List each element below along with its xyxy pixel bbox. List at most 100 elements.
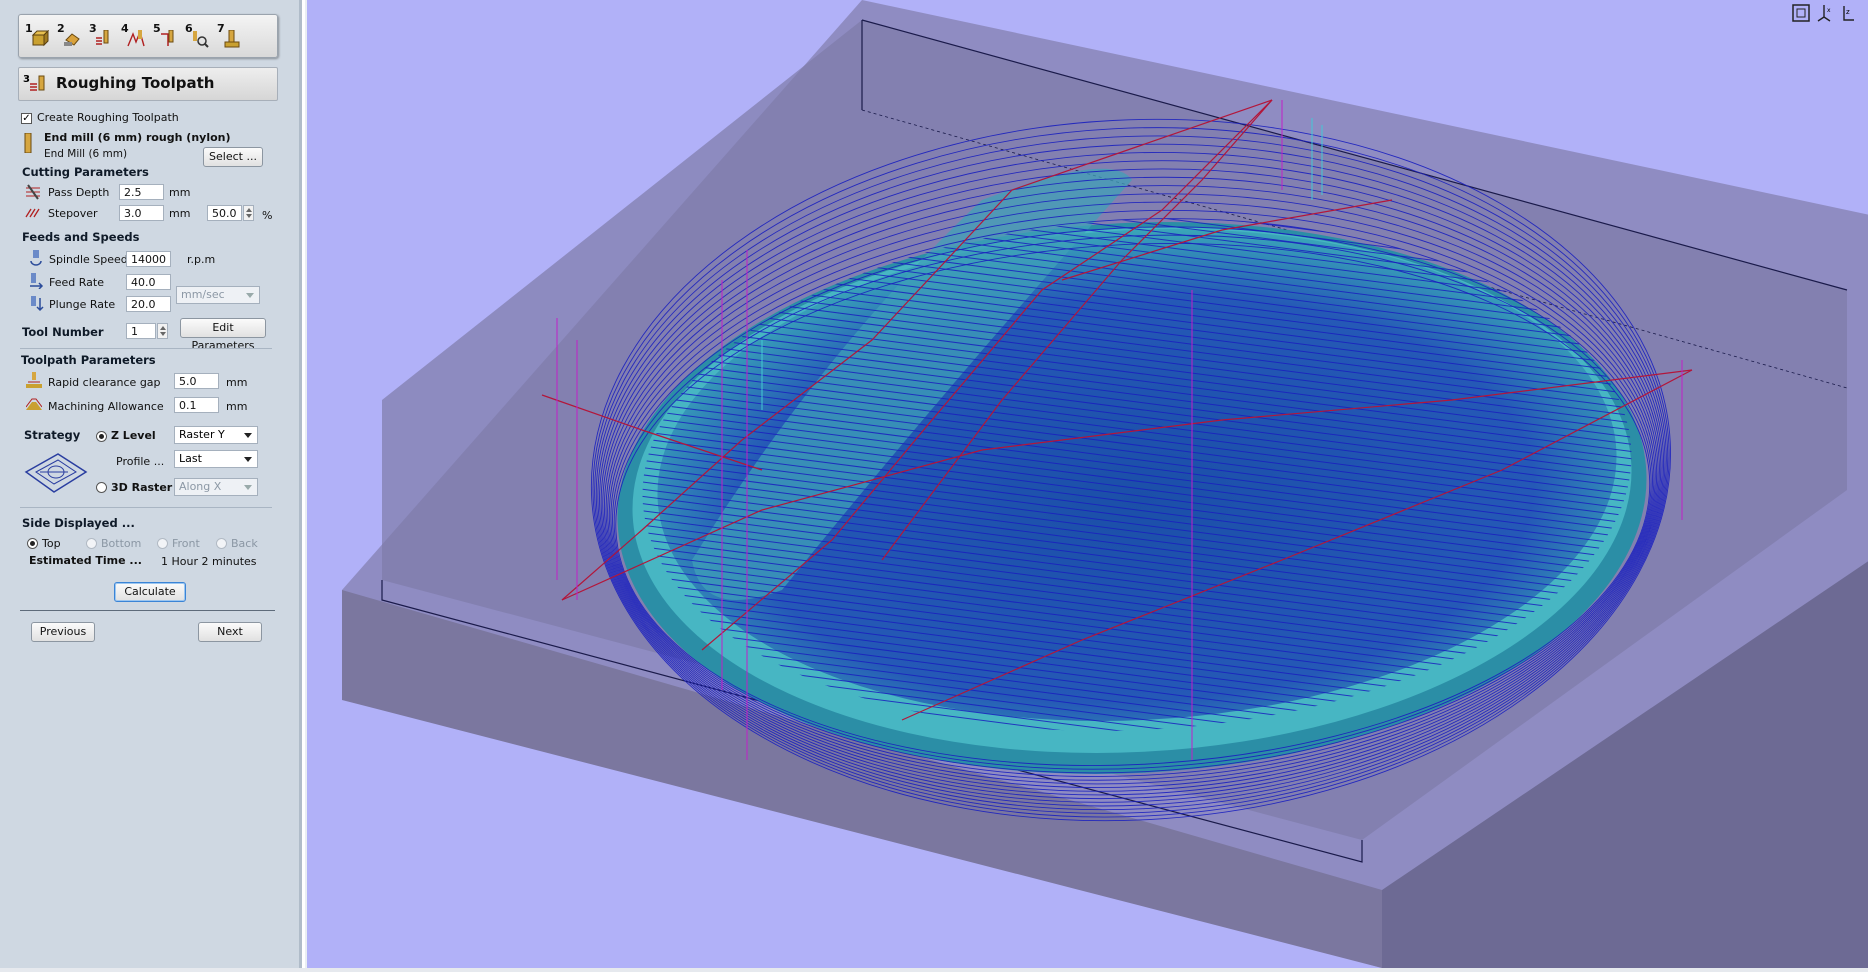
raster3d-label: 3D Raster <box>111 481 173 494</box>
estimated-time-label: Estimated Time ... <box>29 554 142 567</box>
rapid-clearance-icon <box>26 372 42 388</box>
pass-depth-icon <box>26 184 40 200</box>
strategy-label: Strategy <box>24 428 81 442</box>
previous-button[interactable]: Previous <box>31 622 95 642</box>
step-3-button[interactable]: 3 <box>89 22 115 50</box>
raster-pass-line <box>562 0 1722 24</box>
raster-pass-line <box>562 0 1722 46</box>
rapid-clearance-label: Rapid clearance gap <box>48 376 161 389</box>
rotate-z-icon[interactable]: z <box>1838 4 1856 22</box>
step-2-button[interactable]: 2 <box>57 22 83 50</box>
side-top-label: Top <box>42 537 61 550</box>
percent-sign: % <box>262 209 273 222</box>
cutting-parameters-header: Cutting Parameters <box>22 165 149 179</box>
rapid-clearance-unit: mm <box>226 376 248 389</box>
side-front-label: Front <box>172 537 200 550</box>
profile-select[interactable]: Last <box>174 450 258 468</box>
spindle-speed-label: Spindle Speed <box>49 253 128 266</box>
separator <box>20 610 275 611</box>
feeds-speeds-header: Feeds and Speeds <box>22 230 140 244</box>
raster-pass-line <box>562 0 1722 31</box>
svg-text:z: z <box>1846 8 1850 16</box>
raster3d-radio[interactable] <box>96 482 107 493</box>
stepover-label: Stepover <box>48 207 98 220</box>
spindle-speed-icon <box>30 250 42 266</box>
step-4-button[interactable]: 4 <box>121 22 147 50</box>
status-strip <box>0 968 1868 972</box>
stepover-icon <box>25 208 40 218</box>
tool-number-label: Tool Number <box>22 325 104 339</box>
calculate-button[interactable]: Calculate <box>114 582 186 602</box>
raster-pass-line <box>562 0 1722 60</box>
tool-holder-icon <box>64 33 80 46</box>
panel-title: Roughing Toolpath <box>56 74 215 92</box>
side-bottom-label: Bottom <box>101 537 142 550</box>
raster-pass-line <box>562 0 1722 17</box>
view-controls: x z <box>1792 2 1858 24</box>
strategy-preview-icon <box>24 453 88 493</box>
roughing-panel: 1 2 3 4 5 6 7 3 Roughing Toolpath ✓ Crea… <box>0 0 302 972</box>
3d-viewport[interactable]: x z <box>305 0 1868 968</box>
zoom-extents-icon[interactable] <box>1792 4 1810 22</box>
tool-number-spinner[interactable] <box>157 323 168 339</box>
plunge-rate-icon <box>31 296 44 312</box>
side-back-radio[interactable] <box>216 538 227 549</box>
tool-type: End Mill (6 mm) <box>44 148 128 160</box>
machining-allowance-icon <box>26 398 42 410</box>
plunge-rate-input[interactable]: 20.0 <box>126 296 171 312</box>
raster-pass-line <box>562 0 1722 67</box>
profile-label: Profile ... <box>116 455 165 468</box>
stepover-percent-spinner[interactable] <box>243 205 254 221</box>
feed-rate-input[interactable]: 40.0 <box>126 274 171 290</box>
pass-depth-input[interactable]: 2.5 <box>119 184 164 200</box>
machining-allowance-label: Machining Allowance <box>48 400 164 413</box>
stepover-percent-input[interactable]: 50.0 <box>207 205 242 221</box>
next-button[interactable]: Next <box>198 622 262 642</box>
step-1-button[interactable]: 1 <box>25 22 51 50</box>
edit-parameters-button[interactable]: Edit Parameters <box>180 318 266 352</box>
side-displayed-header: Side Displayed ... <box>22 516 135 530</box>
zlevel-label: Z Level <box>111 429 156 442</box>
save-toolpath-icon <box>224 30 240 48</box>
feed-rate-icon <box>30 273 44 289</box>
rate-units-select[interactable]: mm/sec <box>176 286 260 304</box>
plunge-rate-label: Plunge Rate <box>49 298 116 311</box>
create-toolpath-checkbox[interactable]: ✓ <box>21 113 32 124</box>
stepover-unit: mm <box>169 207 191 220</box>
step-6-button[interactable]: 6 <box>185 22 211 50</box>
pass-depth-label: Pass Depth <box>48 186 110 199</box>
step-5-button[interactable]: 5 <box>153 22 179 50</box>
spindle-speed-unit: r.p.m <box>187 253 216 266</box>
pass-depth-unit: mm <box>169 186 191 199</box>
tool-number-input[interactable]: 1 <box>126 323 156 339</box>
toolpath-parameters-header: Toolpath Parameters <box>21 353 156 367</box>
zlevel-strategy-select[interactable]: Raster Y <box>174 426 258 444</box>
tool-name: End mill (6 mm) rough (nylon) <box>44 131 231 144</box>
wizard-toolbar: 1 2 3 4 5 6 7 <box>18 14 278 58</box>
feed-rate-label: Feed Rate <box>49 276 104 289</box>
side-bottom-radio[interactable] <box>86 538 97 549</box>
finishing-toolpath-icon <box>127 30 145 47</box>
raster-pass-line <box>562 0 1722 10</box>
toolpath-preview[interactable] <box>307 0 1868 968</box>
estimated-time-value: 1 Hour 2 minutes <box>161 555 257 568</box>
raster-pass-line <box>562 0 1722 53</box>
rapid-clearance-input[interactable]: 5.0 <box>174 373 219 389</box>
select-tool-button[interactable]: Select ... <box>203 147 263 167</box>
rotate-x-icon[interactable]: x <box>1815 4 1833 22</box>
zlevel-radio[interactable] <box>96 431 107 442</box>
side-front-radio[interactable] <box>157 538 168 549</box>
stepover-input[interactable]: 3.0 <box>119 205 164 221</box>
step-7-button[interactable]: 7 <box>217 22 243 50</box>
spindle-speed-input[interactable]: 14000 <box>126 251 171 267</box>
raster3d-direction-select[interactable]: Along X <box>174 478 258 496</box>
machining-allowance-input[interactable]: 0.1 <box>174 397 219 413</box>
roughing-toolpath-icon <box>30 75 45 91</box>
cutout-toolpath-icon <box>161 30 174 46</box>
separator <box>20 507 272 508</box>
create-toolpath-label: Create Roughing Toolpath <box>37 111 179 124</box>
side-top-radio[interactable] <box>27 538 38 549</box>
raster-pass-line <box>562 0 1722 2</box>
roughing-toolpath-icon <box>96 30 109 45</box>
raster-pass-line <box>562 0 1722 38</box>
